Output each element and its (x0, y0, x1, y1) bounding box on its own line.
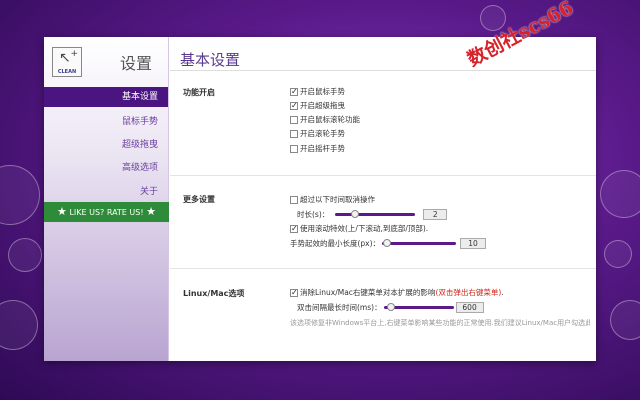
checkbox-box[interactable] (290, 129, 298, 138)
section-label-linux: Linux/Mac选项 (183, 289, 245, 298)
background-bubble (0, 300, 38, 350)
checkbox-box[interactable] (290, 86, 298, 97)
sidebar-item-about[interactable]: 关于 (48, 184, 158, 197)
interval-label: 双击间隔最长时间(ms)： (297, 302, 382, 312)
min-length-label: 手势起效的最小长度(px)： (290, 238, 381, 248)
checkbox-label: 开启鼠标滚轮功能 (300, 115, 360, 124)
checkbox-box[interactable] (290, 287, 298, 298)
sidebar-item-mouse-gestures[interactable]: 鼠标手势 (48, 114, 158, 127)
star-icon: ★ (146, 205, 156, 218)
logo-text: CLEAN (57, 69, 77, 75)
rate-us-label: LIKE US? RATE US! (69, 208, 144, 217)
checkbox-label: 开启滚轮手势 (300, 129, 345, 138)
app-logo: ↖ + CLEAN (52, 47, 82, 77)
checkbox-super-drag[interactable]: 开启超级拖曳 (290, 100, 345, 111)
slider-thumb[interactable] (386, 302, 395, 311)
rate-us-button[interactable]: ★ LIKE US? RATE US! ★ (44, 202, 169, 222)
page-title: 基本设置 (180, 51, 241, 69)
title-divider (170, 70, 596, 71)
linux-hint-text: 该选项修复非Windows平台上,右键菜单影响某些功能的正常使用.我们建议Lin… (290, 319, 590, 327)
background-bubble (600, 170, 640, 218)
checkbox-mouse-gestures[interactable]: 开启鼠标手势 (290, 86, 345, 97)
background-bubble (0, 165, 40, 225)
checkbox-label: 开启鼠标手势 (300, 87, 345, 96)
checkbox-box[interactable] (290, 223, 298, 234)
section-label-more: 更多设置 (183, 195, 215, 204)
slider-thumb[interactable] (351, 209, 360, 218)
background-bubble (604, 240, 632, 268)
min-length-value[interactable]: 10 (460, 237, 487, 249)
min-length-setting: 手势起效的最小长度(px)： 10 (290, 237, 487, 249)
min-length-slider[interactable] (382, 238, 457, 247)
sidebar-item-basic[interactable]: 基本设置 (44, 87, 168, 107)
background-bubble (610, 300, 640, 340)
checkbox-rocker-gestures[interactable]: 开启摇杆手势 (290, 143, 345, 154)
checkbox-label: 消除Linux/Mac右键菜单对本扩展的影响 (300, 288, 436, 297)
sidebar-item-advanced[interactable]: 高级选项 (48, 160, 158, 173)
checkbox-linux-fix[interactable]: 消除Linux/Mac右键菜单对本扩展的影响(双击弹出右键菜单). (290, 287, 504, 298)
duration-setting: 时长(s)： 2 (297, 208, 448, 220)
checkbox-label: 开启摇杆手势 (300, 144, 345, 153)
section-label-features: 功能开启 (183, 88, 215, 97)
checkbox-box[interactable] (290, 195, 298, 204)
duration-slider[interactable] (335, 209, 416, 218)
interval-slider[interactable] (383, 302, 454, 311)
section-divider (170, 175, 596, 176)
checkbox-box[interactable] (290, 115, 298, 124)
checkbox-box[interactable] (290, 100, 298, 111)
checkbox-label: 超过以下时间取消操作 (300, 195, 375, 204)
checkbox-label-tail: . (501, 288, 504, 297)
checkbox-label-highlight: (双击弹出右键菜单) (435, 288, 502, 297)
interval-setting: 双击间隔最长时间(ms)： 600 (297, 301, 484, 313)
sidebar-item-super-drag[interactable]: 超级拖曳 (48, 137, 158, 150)
sidebar: ↖ + CLEAN 设置 基本设置 鼠标手势 超级拖曳 高级选项 关于 ★ LI… (44, 37, 169, 361)
duration-value[interactable]: 2 (423, 208, 448, 220)
cursor-icon: ↖ (59, 50, 71, 66)
star-icon: ★ (57, 205, 67, 218)
checkbox-label: 使用滚动特效(上/下滚动,到底部/顶部). (300, 224, 429, 233)
checkbox-wheel-gestures[interactable]: 开启滚轮手势 (290, 128, 345, 139)
checkbox-wheel[interactable]: 开启鼠标滚轮功能 (290, 114, 360, 125)
settings-window: ↖ + CLEAN 设置 基本设置 鼠标手势 超级拖曳 高级选项 关于 ★ LI… (44, 37, 596, 361)
sidebar-title: 设置 (120, 54, 153, 73)
slider-thumb[interactable] (382, 238, 391, 247)
checkbox-box[interactable] (290, 144, 298, 153)
section-divider (170, 268, 596, 269)
checkbox-scroll-effect[interactable]: 使用滚动特效(上/下滚动,到底部/顶部). (290, 223, 428, 234)
checkbox-label: 开启超级拖曳 (300, 101, 345, 110)
checkbox-timeout[interactable]: 超过以下时间取消操作 (290, 194, 375, 205)
plus-icon: + (70, 49, 78, 59)
duration-label: 时长(s)： (297, 209, 330, 219)
interval-value[interactable]: 600 (455, 301, 484, 313)
background-bubble (8, 238, 42, 272)
main-content: 基本设置 功能开启 开启鼠标手势 开启超级拖曳 开启鼠标滚轮功能 开启滚轮手势 … (170, 37, 596, 361)
